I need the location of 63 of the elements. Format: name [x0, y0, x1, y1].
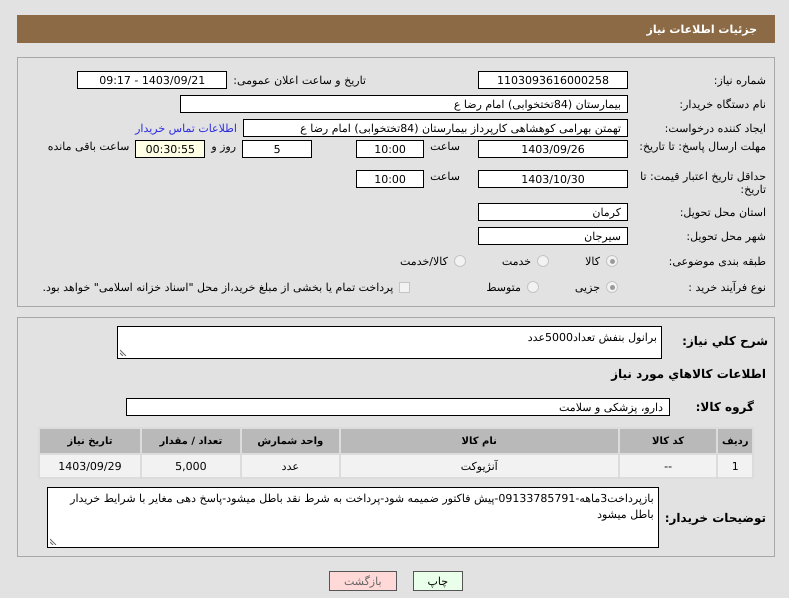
section-heading: اطلاعات کالاهاي مورد نياز: [610, 367, 767, 381]
print-button[interactable]: چاپ: [412, 571, 464, 591]
field-label: گروه کالا:: [694, 400, 755, 414]
announce-date-field: 1403/09/21 - 09:17: [77, 71, 228, 89]
column-header: ردیف: [717, 428, 753, 454]
radio-label: کالا/خدمت: [400, 254, 448, 268]
reply-date-field: 1403/09/26: [478, 140, 628, 158]
field-label: نام دستگاه خریدار:: [678, 98, 767, 110]
field-label: شرح کلي نياز:: [681, 334, 768, 348]
resize-grip-icon[interactable]: [50, 537, 58, 545]
column-header: واحد شمارش: [240, 428, 340, 454]
buyer-notes-field: بازپرداخت3ماهه-09133785791-پیش فاکتور ضمیمه شود-پرداخت به شرط نقد باطل میشود-پاسخ دهی مغایر با شرایط خریدار باطل میشود: [46, 487, 659, 548]
field-label: شهر محل تحویل:: [685, 230, 767, 242]
reply-time-field: 10:00: [356, 140, 424, 158]
need-number-field: 1103093616000258: [478, 71, 628, 89]
remaining-label: ساعت باقی مانده: [48, 140, 130, 153]
field-label: ایجاد کننده درخواست:: [664, 122, 767, 134]
field-label: تاریخ و ساعت اعلان عمومی:: [233, 74, 366, 86]
resize-grip-icon[interactable]: [120, 348, 128, 356]
radio-button[interactable]: [526, 281, 539, 293]
field-label: نوع فرآیند خرید :: [687, 280, 767, 294]
radio-button[interactable]: [454, 255, 466, 267]
checkbox[interactable]: [399, 282, 410, 292]
time-label: ساعت: [430, 170, 460, 183]
province-field: کرمان: [478, 203, 628, 221]
days-label: روز و: [211, 140, 236, 153]
radio-label: جزیی: [574, 280, 600, 294]
page-title: جزئیات اطلاعات نیاز: [646, 22, 757, 36]
table-cell: 1403/09/29: [39, 454, 141, 478]
radio-button[interactable]: [537, 255, 550, 267]
radio-label: خدمت: [502, 254, 532, 268]
validity-time-field: 10:00: [356, 170, 424, 188]
field-label: استان محل تحویل:: [678, 206, 767, 218]
validity-date-field: 1403/10/30: [478, 170, 628, 188]
column-header: نام کالا: [340, 428, 619, 454]
field-label: حداقل تاریخ اعتبار قیمت: تا تاریخ:: [639, 170, 767, 196]
goods-group-field: دارو، پزشکی و سلامت: [126, 398, 670, 416]
field-label: شماره نیاز:: [712, 74, 767, 86]
table-cell: --: [618, 454, 718, 478]
time-label: ساعت: [430, 140, 460, 153]
table-cell: 1: [717, 454, 753, 478]
table-cell: آنژیوکت: [340, 454, 619, 478]
column-header: کد کالا: [618, 428, 718, 454]
buyer-org-field: بیمارستان (84تختخوابی) امام رضا ع: [180, 95, 628, 113]
radio-button[interactable]: [606, 255, 618, 267]
radio-label: کالا: [585, 254, 600, 268]
back-button[interactable]: بازگشت: [328, 571, 397, 591]
column-header: تعداد / مقدار: [140, 428, 241, 454]
table-cell: 5,000: [140, 454, 241, 478]
checkbox-label: پرداخت تمام یا بخشی از مبلغ خرید،از محل "اسناد خزانه اسلامی" خواهد بود.: [42, 280, 394, 294]
radio-label: متوسط: [486, 280, 521, 294]
creator-field: تهمتن بهرامی کوهشاهی کارپرداز بیمارستان (84تختخوابی) امام رضا ع: [243, 119, 628, 137]
remaining-time-field: 00:30:55: [135, 140, 206, 158]
city-field: سیرجان: [478, 227, 628, 245]
buyer-contact-link[interactable]: اطلاعات تماس خریدار: [135, 122, 237, 134]
field-label: مهلت ارسال پاسخ: تا تاریخ:: [638, 140, 767, 153]
description-field: برانول بنفش تعداد5000عدد: [117, 326, 662, 359]
field-label: توضیحات خریدار:: [664, 510, 767, 524]
column-header: تاریخ نیاز: [39, 428, 141, 454]
table-cell: عدد: [240, 454, 340, 478]
days-field: 5: [242, 140, 312, 158]
field-label: طبقه بندی موضوعی:: [668, 254, 767, 268]
radio-button[interactable]: [606, 281, 618, 293]
